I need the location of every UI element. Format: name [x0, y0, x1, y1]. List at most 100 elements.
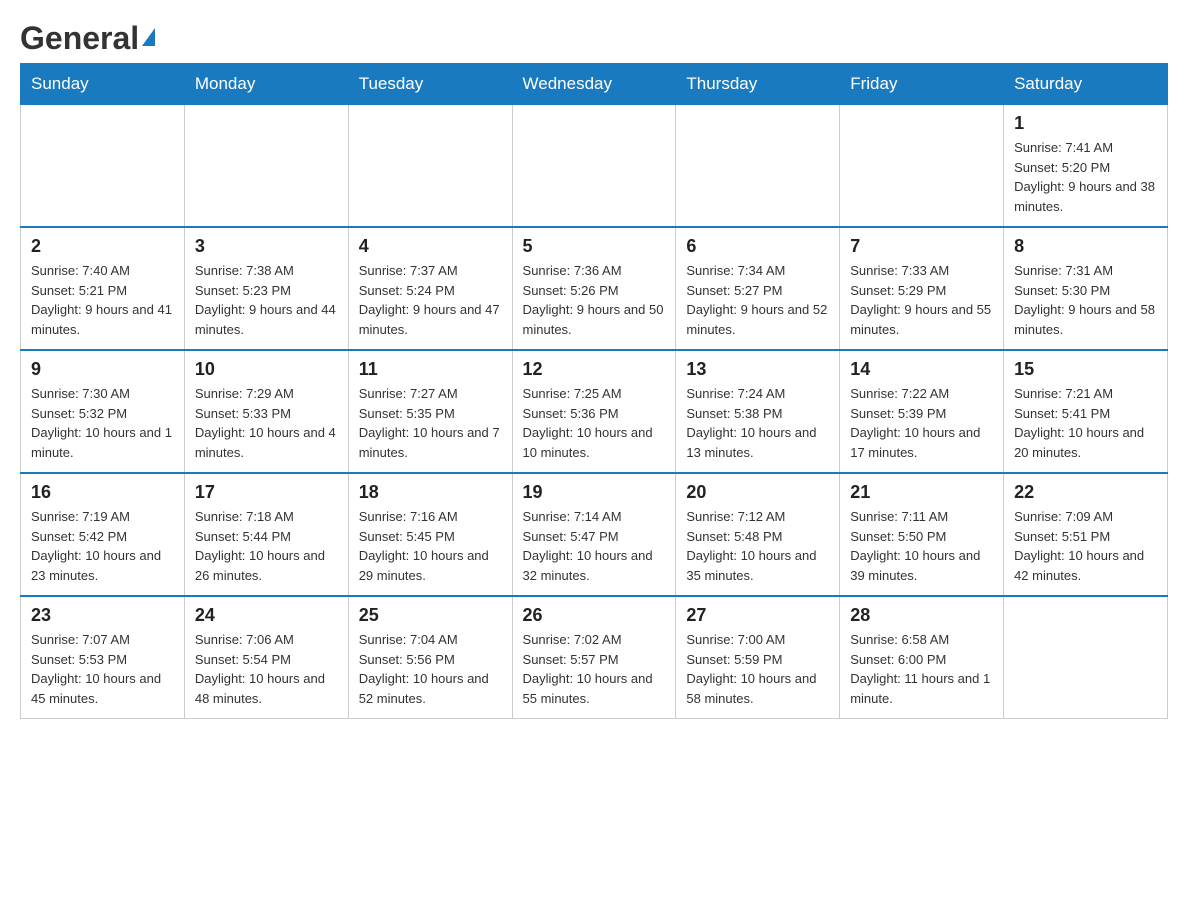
day-number: 13 [686, 359, 829, 380]
calendar-cell: 19 Sunrise: 7:14 AMSunset: 5:47 PMDayligh… [512, 473, 676, 596]
day-number: 25 [359, 605, 502, 626]
day-info: Sunrise: 7:41 AMSunset: 5:20 PMDaylight:… [1014, 138, 1157, 216]
day-info: Sunrise: 7:29 AMSunset: 5:33 PMDaylight:… [195, 384, 338, 462]
weekday-header-sunday: Sunday [21, 64, 185, 105]
calendar-cell: 12 Sunrise: 7:25 AMSunset: 5:36 PMDayligh… [512, 350, 676, 473]
weekday-header-monday: Monday [184, 64, 348, 105]
calendar-cell: 9Sunrise: 7:30 AMSunset: 5:32 PMDaylight… [21, 350, 185, 473]
weekday-header-wednesday: Wednesday [512, 64, 676, 105]
day-info: Sunrise: 7:38 AMSunset: 5:23 PMDaylight:… [195, 261, 338, 339]
day-number: 18 [359, 482, 502, 503]
calendar-cell [21, 105, 185, 228]
day-info: Sunrise: 7:11 AMSunset: 5:50 PMDaylight:… [850, 507, 993, 585]
day-number: 5 [523, 236, 666, 257]
calendar-week-row: 1 Sunrise: 7:41 AMSunset: 5:20 PMDaylight… [21, 105, 1168, 228]
calendar-cell: 14 Sunrise: 7:22 AMSunset: 5:39 PMDayligh… [840, 350, 1004, 473]
calendar-cell: 5 Sunrise: 7:36 AMSunset: 5:26 PMDaylight… [512, 227, 676, 350]
calendar-cell: 27 Sunrise: 7:00 AMSunset: 5:59 PMDayligh… [676, 596, 840, 719]
calendar-cell: 20 Sunrise: 7:12 AMSunset: 5:48 PMDayligh… [676, 473, 840, 596]
day-info: Sunrise: 6:58 AMSunset: 6:00 PMDaylight:… [850, 630, 993, 708]
calendar-week-row: 23 Sunrise: 7:07 AMSunset: 5:53 PMDayligh… [21, 596, 1168, 719]
day-number: 24 [195, 605, 338, 626]
calendar-cell: 16Sunrise: 7:19 AMSunset: 5:42 PMDayligh… [21, 473, 185, 596]
day-info: Sunrise: 7:21 AMSunset: 5:41 PMDaylight:… [1014, 384, 1157, 462]
calendar-cell [840, 105, 1004, 228]
calendar-cell [512, 105, 676, 228]
day-number: 19 [523, 482, 666, 503]
weekday-header-tuesday: Tuesday [348, 64, 512, 105]
day-number: 7 [850, 236, 993, 257]
day-info: Sunrise: 7:09 AMSunset: 5:51 PMDaylight:… [1014, 507, 1157, 585]
day-number: 15 [1014, 359, 1157, 380]
calendar-cell [348, 105, 512, 228]
calendar-cell: 18 Sunrise: 7:16 AMSunset: 5:45 PMDayligh… [348, 473, 512, 596]
day-info: Sunrise: 7:40 AMSunset: 5:21 PMDaylight:… [31, 261, 174, 339]
calendar-cell: 21 Sunrise: 7:11 AMSunset: 5:50 PMDayligh… [840, 473, 1004, 596]
day-number: 8 [1014, 236, 1157, 257]
day-number: 1 [1014, 113, 1157, 134]
day-number: 20 [686, 482, 829, 503]
calendar-cell: 13 Sunrise: 7:24 AMSunset: 5:38 PMDayligh… [676, 350, 840, 473]
calendar-cell: 7 Sunrise: 7:33 AMSunset: 5:29 PMDaylight… [840, 227, 1004, 350]
day-info: Sunrise: 7:33 AMSunset: 5:29 PMDaylight:… [850, 261, 993, 339]
day-info: Sunrise: 7:24 AMSunset: 5:38 PMDaylight:… [686, 384, 829, 462]
calendar-cell: 1 Sunrise: 7:41 AMSunset: 5:20 PMDaylight… [1004, 105, 1168, 228]
day-number: 26 [523, 605, 666, 626]
logo-general: General [20, 20, 139, 57]
day-info: Sunrise: 7:30 AMSunset: 5:32 PMDaylight:… [31, 384, 174, 462]
day-info: Sunrise: 7:02 AMSunset: 5:57 PMDaylight:… [523, 630, 666, 708]
day-info: Sunrise: 7:31 AMSunset: 5:30 PMDaylight:… [1014, 261, 1157, 339]
day-number: 12 [523, 359, 666, 380]
calendar-cell: 15 Sunrise: 7:21 AMSunset: 5:41 PMDayligh… [1004, 350, 1168, 473]
logo-triangle-icon [142, 28, 155, 46]
day-info: Sunrise: 7:07 AMSunset: 5:53 PMDaylight:… [31, 630, 174, 708]
day-info: Sunrise: 7:27 AMSunset: 5:35 PMDaylight:… [359, 384, 502, 462]
day-info: Sunrise: 7:12 AMSunset: 5:48 PMDaylight:… [686, 507, 829, 585]
calendar-week-row: 9Sunrise: 7:30 AMSunset: 5:32 PMDaylight… [21, 350, 1168, 473]
day-info: Sunrise: 7:37 AMSunset: 5:24 PMDaylight:… [359, 261, 502, 339]
calendar-cell: 3 Sunrise: 7:38 AMSunset: 5:23 PMDaylight… [184, 227, 348, 350]
day-number: 6 [686, 236, 829, 257]
day-info: Sunrise: 7:00 AMSunset: 5:59 PMDaylight:… [686, 630, 829, 708]
calendar-cell: 2Sunrise: 7:40 AMSunset: 5:21 PMDaylight… [21, 227, 185, 350]
day-info: Sunrise: 7:04 AMSunset: 5:56 PMDaylight:… [359, 630, 502, 708]
day-info: Sunrise: 7:22 AMSunset: 5:39 PMDaylight:… [850, 384, 993, 462]
calendar-week-row: 2Sunrise: 7:40 AMSunset: 5:21 PMDaylight… [21, 227, 1168, 350]
day-number: 28 [850, 605, 993, 626]
calendar-cell: 6 Sunrise: 7:34 AMSunset: 5:27 PMDaylight… [676, 227, 840, 350]
calendar-table: SundayMondayTuesdayWednesdayThursdayFrid… [20, 63, 1168, 719]
day-info: Sunrise: 7:06 AMSunset: 5:54 PMDaylight:… [195, 630, 338, 708]
day-number: 22 [1014, 482, 1157, 503]
weekday-header-saturday: Saturday [1004, 64, 1168, 105]
day-number: 27 [686, 605, 829, 626]
weekday-header-friday: Friday [840, 64, 1004, 105]
day-info: Sunrise: 7:14 AMSunset: 5:47 PMDaylight:… [523, 507, 666, 585]
calendar-cell: 28 Sunrise: 6:58 AMSunset: 6:00 PMDayligh… [840, 596, 1004, 719]
day-number: 16 [31, 482, 174, 503]
day-number: 21 [850, 482, 993, 503]
weekday-header-thursday: Thursday [676, 64, 840, 105]
day-info: Sunrise: 7:18 AMSunset: 5:44 PMDaylight:… [195, 507, 338, 585]
day-info: Sunrise: 7:34 AMSunset: 5:27 PMDaylight:… [686, 261, 829, 339]
weekday-header-row: SundayMondayTuesdayWednesdayThursdayFrid… [21, 64, 1168, 105]
day-number: 11 [359, 359, 502, 380]
page-header: General [20, 20, 1168, 53]
calendar-cell: 22 Sunrise: 7:09 AMSunset: 5:51 PMDayligh… [1004, 473, 1168, 596]
calendar-cell: 25 Sunrise: 7:04 AMSunset: 5:56 PMDayligh… [348, 596, 512, 719]
day-info: Sunrise: 7:36 AMSunset: 5:26 PMDaylight:… [523, 261, 666, 339]
day-number: 17 [195, 482, 338, 503]
day-info: Sunrise: 7:25 AMSunset: 5:36 PMDaylight:… [523, 384, 666, 462]
day-number: 4 [359, 236, 502, 257]
calendar-week-row: 16Sunrise: 7:19 AMSunset: 5:42 PMDayligh… [21, 473, 1168, 596]
day-number: 14 [850, 359, 993, 380]
calendar-cell: 26 Sunrise: 7:02 AMSunset: 5:57 PMDayligh… [512, 596, 676, 719]
calendar-cell [1004, 596, 1168, 719]
day-number: 10 [195, 359, 338, 380]
day-number: 3 [195, 236, 338, 257]
calendar-cell [184, 105, 348, 228]
calendar-cell: 23 Sunrise: 7:07 AMSunset: 5:53 PMDayligh… [21, 596, 185, 719]
day-number: 23 [31, 605, 174, 626]
logo: General [20, 20, 155, 53]
day-info: Sunrise: 7:16 AMSunset: 5:45 PMDaylight:… [359, 507, 502, 585]
calendar-cell: 24 Sunrise: 7:06 AMSunset: 5:54 PMDayligh… [184, 596, 348, 719]
